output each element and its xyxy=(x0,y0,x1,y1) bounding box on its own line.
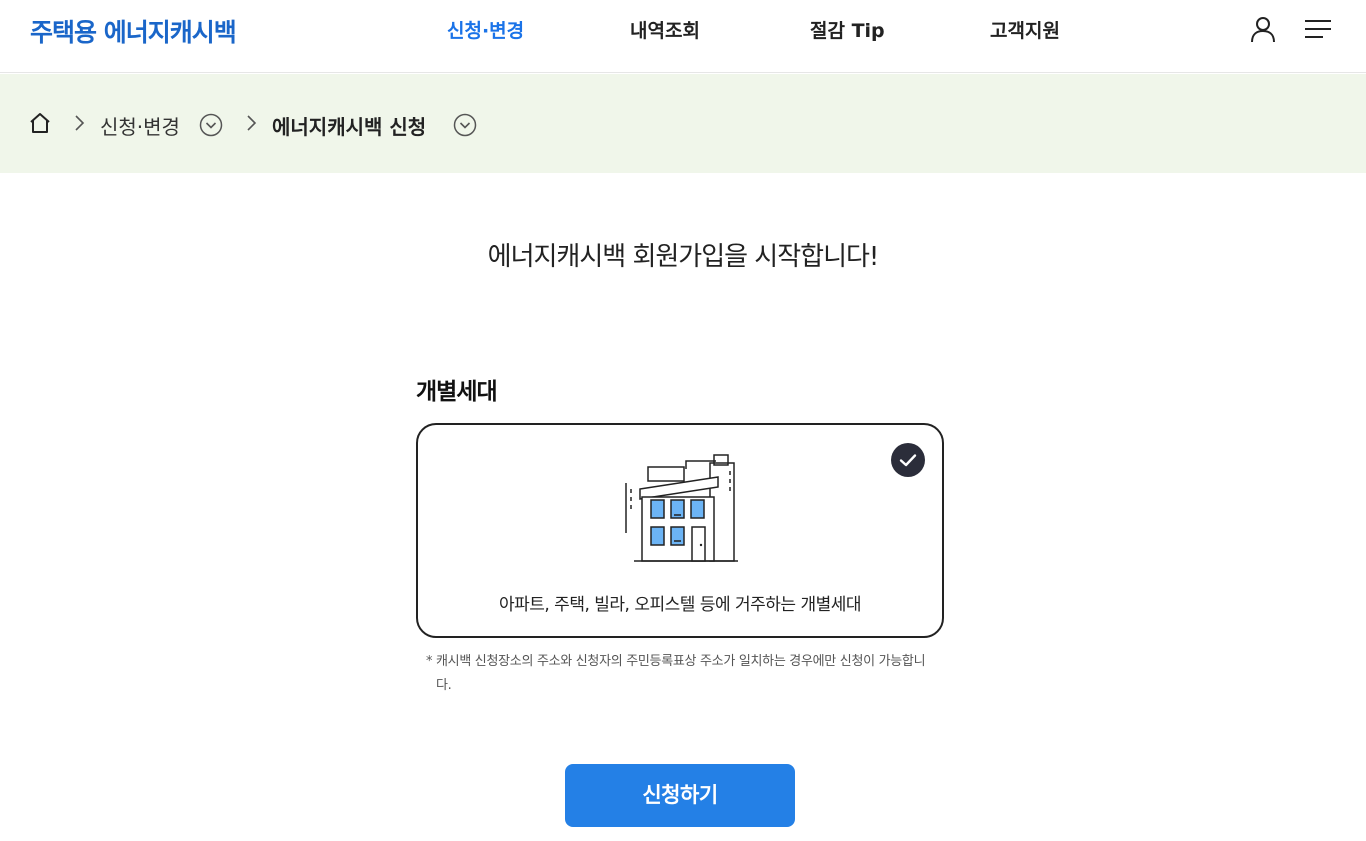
note-body: 캐시백 신청장소의 주소와 신청자의 주민등록표상 주소가 일치하는 경우에만 … xyxy=(436,654,926,693)
notice-text: * 캐시백 신청장소의 주소와 신청자의 주민등록표상 주소가 일치하는 경우에… xyxy=(426,650,926,698)
hamburger-menu-icon[interactable] xyxy=(1303,14,1333,44)
breadcrumb: 신청·변경 에너지캐시백 신청 xyxy=(0,74,1366,173)
chevron-right-icon xyxy=(244,114,258,132)
nav-saving-tip[interactable]: 절감 Tip xyxy=(810,16,885,43)
site-logo[interactable]: 주택용 에너지캐시백 xyxy=(30,13,237,49)
nav-customer-support[interactable]: 고객지원 xyxy=(990,16,1060,43)
chevron-right-icon xyxy=(72,114,86,132)
site-header: 주택용 에너지캐시백 신청·변경 내역조회 절감 Tip 고객지원 xyxy=(0,0,1366,73)
check-icon xyxy=(891,443,925,477)
chevron-down-icon[interactable] xyxy=(199,113,223,137)
breadcrumb-item-cashback-apply[interactable]: 에너지캐시백 신청 xyxy=(272,111,426,140)
option-description: 아파트, 주택, 빌라, 오피스텔 등에 거주하는 개별세대 xyxy=(498,595,862,615)
home-icon[interactable] xyxy=(28,111,52,135)
nav-history[interactable]: 내역조회 xyxy=(630,16,700,43)
section-label: 개별세대 xyxy=(416,379,498,405)
breadcrumb-item-apply-change[interactable]: 신청·변경 xyxy=(100,111,180,140)
apartment-building-icon xyxy=(622,453,742,565)
page-title: 에너지캐시백 회원가입을 시작합니다! xyxy=(487,242,880,272)
individual-household-option-card[interactable]: 아파트, 주택, 빌라, 오피스텔 등에 거주하는 개별세대 xyxy=(416,423,944,638)
chevron-down-icon[interactable] xyxy=(453,113,477,137)
submit-apply-button[interactable]: 신청하기 xyxy=(565,764,795,827)
user-icon[interactable] xyxy=(1248,14,1278,44)
note-marker: * xyxy=(426,654,433,669)
nav-apply-change[interactable]: 신청·변경 xyxy=(447,16,524,43)
